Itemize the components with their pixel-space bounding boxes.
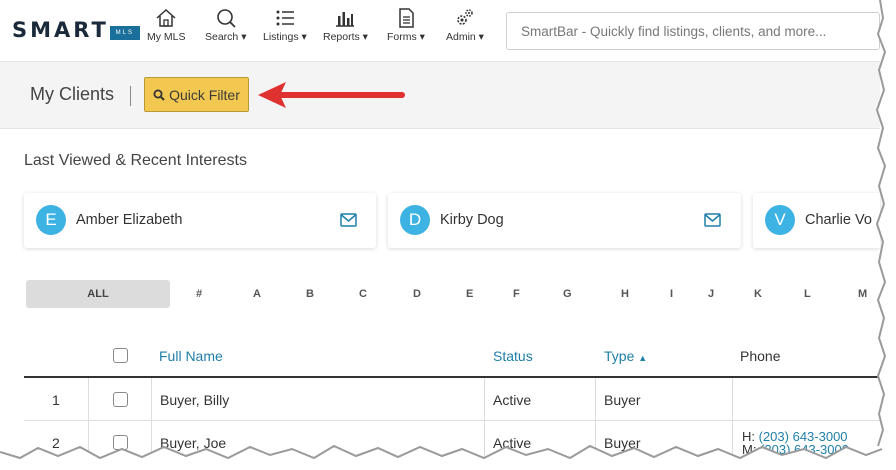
- divider: [130, 86, 131, 106]
- page-title: My Clients: [30, 84, 115, 104]
- search-icon: [153, 89, 165, 101]
- logo-sub: MLS: [109, 26, 140, 40]
- gears-icon: [457, 9, 473, 25]
- client-status: Active: [493, 435, 532, 451]
- nav-reports[interactable]: Reports ▾: [323, 8, 368, 43]
- client-name: Amber Elizabeth: [76, 212, 183, 228]
- recent-client-card[interactable]: E Amber Elizabeth: [24, 193, 376, 248]
- alpha-letter-hash[interactable]: #: [196, 288, 202, 300]
- document-icon: [399, 8, 414, 28]
- row-index: 1: [52, 392, 60, 408]
- alpha-letter-f[interactable]: F: [513, 288, 520, 300]
- phone-mobile: M: (203) 643-3000: [742, 443, 849, 456]
- client-type: Buyer: [604, 392, 641, 408]
- nav-label: Forms: [387, 31, 417, 43]
- row-checkbox[interactable]: [113, 435, 128, 450]
- page-header: My Clients Quick Filter: [0, 62, 880, 129]
- row-checkbox[interactable]: [113, 392, 128, 407]
- alpha-letter-a[interactable]: A: [253, 288, 261, 300]
- row-index: 2: [52, 435, 60, 451]
- column-divider: [88, 378, 89, 470]
- column-type-label: Type: [604, 348, 635, 364]
- column-full-name[interactable]: Full Name: [159, 348, 223, 364]
- avatar: E: [36, 205, 66, 235]
- client-name: Kirby Dog: [440, 212, 504, 228]
- nav-my-mls[interactable]: My MLS: [147, 8, 186, 43]
- nav-search[interactable]: Search ▾: [205, 8, 246, 43]
- bar-chart-icon: [336, 12, 355, 27]
- column-divider: [595, 378, 596, 470]
- client-status: Active: [493, 392, 532, 408]
- client-name: Charlie Vo: [805, 212, 872, 228]
- nav-label: Listings: [263, 31, 299, 43]
- alpha-letter-m[interactable]: M: [858, 288, 867, 300]
- row-divider: [24, 420, 880, 421]
- phone-number-link[interactable]: (203) 643-3000: [760, 442, 849, 457]
- nav-admin[interactable]: Admin ▾: [446, 8, 484, 43]
- alpha-letter-i[interactable]: I: [670, 288, 673, 300]
- clients-table: Full Name Status Type ▲ Phone 1 Buyer, B…: [24, 336, 880, 470]
- logo-text: SMART: [12, 18, 109, 42]
- alpha-letter-k[interactable]: K: [754, 288, 762, 300]
- column-type[interactable]: Type ▲: [604, 348, 647, 364]
- home-icon: [156, 8, 176, 27]
- column-divider: [732, 378, 733, 470]
- chevron-down-icon: ▾: [416, 31, 425, 43]
- alpha-all-button[interactable]: ALL: [26, 280, 170, 308]
- nav-label: Reports: [323, 31, 360, 43]
- callout-arrow-icon: [258, 82, 405, 108]
- search-icon: [216, 9, 236, 28]
- column-divider: [484, 378, 485, 470]
- client-full-name[interactable]: Buyer, Billy: [160, 392, 229, 408]
- alpha-letter-g[interactable]: G: [563, 288, 572, 300]
- mail-icon[interactable]: [340, 213, 357, 227]
- list-icon: [276, 10, 294, 26]
- sort-ascending-icon: ▲: [638, 353, 648, 363]
- smart-mls-logo[interactable]: SMART MLS: [12, 18, 140, 42]
- top-navigation: SMART MLS My MLS Search ▾ Listings ▾ Rep…: [0, 0, 880, 62]
- alpha-letter-j[interactable]: J: [708, 288, 714, 300]
- alpha-letter-b[interactable]: B: [306, 288, 314, 300]
- mail-icon[interactable]: [704, 213, 721, 227]
- chevron-down-icon: ▾: [475, 31, 484, 43]
- column-phone: Phone: [740, 348, 781, 364]
- chevron-down-icon: ▾: [238, 31, 247, 43]
- client-type: Buyer: [604, 435, 641, 451]
- phone-prefix: M:: [742, 442, 757, 457]
- nav-label: Search: [205, 31, 239, 43]
- smartbar: [506, 12, 880, 50]
- alpha-letter-d[interactable]: D: [413, 288, 421, 300]
- alphabet-filter: ALL # A B C D E F G H I J K L M: [0, 280, 880, 308]
- nav-forms[interactable]: Forms ▾: [387, 8, 425, 43]
- recent-client-card[interactable]: D Kirby Dog: [388, 193, 741, 248]
- column-status[interactable]: Status: [493, 348, 533, 364]
- header-divider: [24, 376, 880, 378]
- nav-label: Admin: [446, 31, 476, 43]
- avatar: D: [400, 205, 430, 235]
- alpha-letter-h[interactable]: H: [621, 288, 629, 300]
- recent-section-title: Last Viewed & Recent Interests: [24, 152, 247, 169]
- avatar: V: [765, 205, 795, 235]
- quick-filter-button[interactable]: Quick Filter: [144, 77, 249, 112]
- alpha-letter-l[interactable]: L: [804, 288, 811, 300]
- quick-filter-label: Quick Filter: [169, 86, 240, 103]
- recent-client-card[interactable]: V Charlie Vo: [753, 193, 880, 248]
- nav-listings[interactable]: Listings ▾: [263, 8, 307, 43]
- chevron-down-icon: ▾: [298, 31, 307, 43]
- nav-label: My MLS: [147, 31, 186, 43]
- client-full-name[interactable]: Buyer, Joe: [160, 435, 226, 451]
- alpha-letter-e[interactable]: E: [466, 288, 473, 300]
- smartbar-input[interactable]: [507, 13, 879, 49]
- alpha-letter-c[interactable]: C: [359, 288, 367, 300]
- chevron-down-icon: ▾: [359, 31, 368, 43]
- select-all-checkbox[interactable]: [113, 348, 128, 363]
- column-divider: [151, 378, 152, 470]
